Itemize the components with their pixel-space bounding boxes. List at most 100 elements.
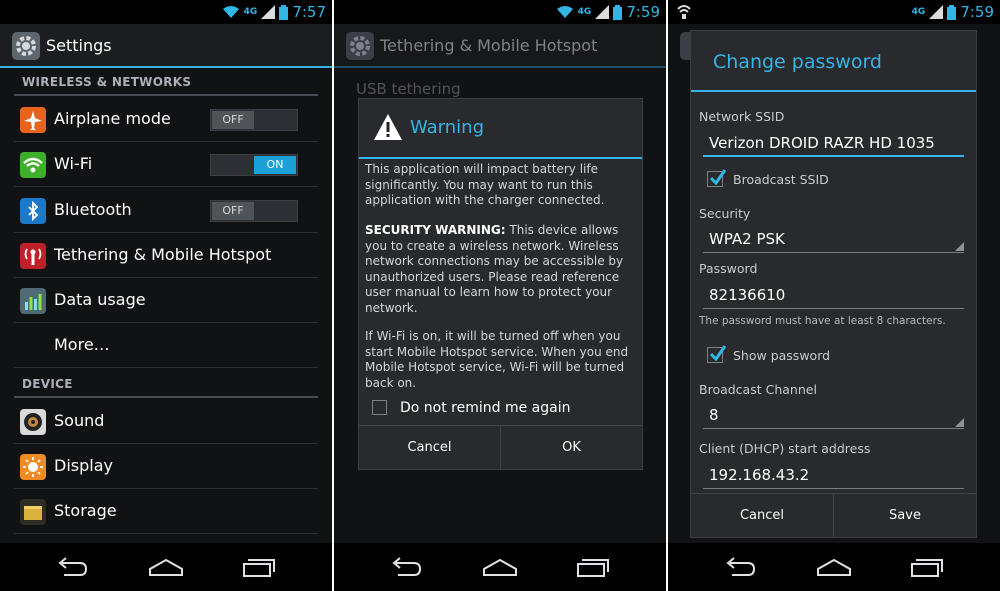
action-bar: Tethering & Mobile Hotspot (334, 24, 666, 68)
settings-screen: 4G 7:57 Settings WIRELESS & NETWORKS Air… (0, 0, 332, 591)
cancel-button[interactable]: Cancel (691, 494, 833, 537)
show-password-label[interactable]: Show password (733, 348, 830, 363)
settings-gear-icon[interactable] (12, 32, 40, 60)
setting-label: Display (54, 456, 113, 475)
brightness-icon (20, 454, 46, 480)
setting-display[interactable]: Display (14, 444, 318, 489)
setting-storage[interactable]: Storage (14, 489, 318, 534)
change-password-dialog: Change password Network SSID Verizon DRO… (690, 30, 977, 538)
action-bar: Settings (0, 24, 332, 68)
broadcast-ssid-label[interactable]: Broadcast SSID (733, 172, 829, 187)
ssid-input[interactable]: Verizon DROID RAZR HD 1035 (703, 129, 964, 157)
usb-tethering-item: USB tethering (356, 80, 461, 98)
wifi-toggle[interactable]: ON (210, 154, 298, 176)
setting-bluetooth[interactable]: Bluetooth OFF (14, 188, 318, 233)
back-icon[interactable] (386, 555, 426, 579)
setting-wifi[interactable]: Wi-Fi ON (14, 142, 318, 187)
change-password-screen: 4G 7:59 Change password Network SSID Ver… (668, 0, 1000, 591)
section-header-wireless: WIRELESS & NETWORKS (22, 75, 192, 89)
dhcp-input[interactable]: 192.168.43.2 (703, 461, 964, 489)
back-icon[interactable] (720, 555, 760, 579)
checkmark-icon (710, 345, 726, 362)
speaker-icon (20, 409, 46, 435)
dialog-security-text: SECURITY WARNING: This device allows you… (365, 223, 636, 316)
security-value: WPA2 PSK (709, 230, 785, 248)
dialog-title: Warning (410, 117, 485, 138)
hotspot-icon (20, 243, 46, 269)
setting-more[interactable]: More… (14, 323, 318, 368)
broadcast-ssid-checkbox[interactable] (707, 169, 726, 187)
dialog-wifi-text: If Wi-Fi is on, it will be turned off wh… (365, 329, 629, 390)
toggle-state: OFF (212, 202, 254, 220)
recent-apps-icon[interactable] (908, 555, 948, 579)
dialog-title: Change password (713, 51, 882, 73)
channel-dropdown[interactable]: 8 (703, 401, 964, 429)
tethering-screen: 4G 7:59 Tethering & Mobile Hotspot USB t… (334, 0, 666, 591)
back-icon[interactable] (52, 555, 92, 579)
dialog-divider (359, 157, 642, 159)
dialog-buttons: Cancel OK (359, 425, 642, 469)
clock: 7:59 (960, 3, 994, 21)
dropdown-arrow-icon (955, 418, 964, 427)
do-not-remind-label[interactable]: Do not remind me again (400, 400, 570, 416)
channel-value: 8 (709, 406, 719, 424)
security-label: Security (699, 206, 751, 221)
dialog-battery-text: This application will impact battery lif… (365, 162, 605, 207)
network-type: 4G (911, 7, 926, 17)
home-icon[interactable] (480, 555, 520, 579)
recent-apps-icon[interactable] (240, 555, 280, 579)
channel-label: Broadcast Channel (699, 382, 817, 397)
network-type: 4G (577, 7, 592, 17)
ssid-value: Verizon DROID RAZR HD 1035 (709, 134, 935, 152)
setting-label: Airplane mode (54, 109, 171, 128)
section-header-device: DEVICE (22, 377, 73, 391)
bluetooth-toggle[interactable]: OFF (210, 200, 298, 222)
status-bar: 4G 7:59 (334, 0, 666, 24)
show-password-checkbox[interactable] (707, 345, 726, 363)
checkmark-icon (710, 169, 726, 186)
cell-signal-icon (929, 5, 944, 19)
setting-label: Wi-Fi (54, 154, 93, 173)
status-bar: 4G 7:59 (668, 0, 1000, 24)
toggle-state: OFF (212, 111, 254, 129)
hotspot-notification-icon (677, 5, 691, 19)
setting-data-usage[interactable]: Data usage (14, 278, 318, 323)
battery-icon (613, 4, 623, 20)
password-hint: The password must have at least 8 charac… (699, 315, 946, 327)
setting-label: Sound (54, 411, 105, 430)
bluetooth-icon (20, 198, 46, 224)
setting-label: Storage (54, 501, 117, 520)
storage-icon (20, 499, 46, 525)
password-value: 82136610 (709, 286, 786, 304)
section-divider (14, 94, 318, 96)
home-icon[interactable] (814, 555, 854, 579)
setting-label: Tethering & Mobile Hotspot (54, 245, 272, 264)
wifi-signal-icon (222, 6, 239, 18)
setting-airplane-mode[interactable]: Airplane mode OFF (14, 97, 318, 142)
setting-label: More… (54, 335, 110, 354)
home-icon[interactable] (146, 555, 186, 579)
warning-dialog: Warning This application will impact bat… (358, 98, 643, 470)
setting-label: Data usage (54, 290, 146, 309)
navigation-bar (668, 543, 1000, 591)
ok-button[interactable]: OK (500, 426, 642, 469)
cell-signal-icon (261, 5, 276, 19)
page-title: Tethering & Mobile Hotspot (380, 36, 598, 55)
page-title: Settings (46, 36, 112, 55)
battery-icon (947, 4, 957, 20)
recent-apps-icon[interactable] (574, 555, 614, 579)
setting-tethering[interactable]: Tethering & Mobile Hotspot (14, 233, 318, 278)
dialog-divider (691, 90, 976, 92)
settings-gear-icon[interactable] (346, 32, 374, 60)
save-button[interactable]: Save (833, 494, 976, 537)
airplane-toggle[interactable]: OFF (210, 109, 298, 131)
cancel-button[interactable]: Cancel (359, 426, 500, 469)
password-input[interactable]: 82136610 (703, 281, 964, 309)
dhcp-value: 192.168.43.2 (709, 466, 810, 484)
battery-icon (279, 4, 289, 20)
security-dropdown[interactable]: WPA2 PSK (703, 225, 964, 253)
cell-signal-icon (595, 5, 610, 19)
navigation-bar (0, 543, 332, 591)
setting-sound[interactable]: Sound (14, 399, 318, 444)
do-not-remind-checkbox[interactable] (372, 400, 387, 415)
